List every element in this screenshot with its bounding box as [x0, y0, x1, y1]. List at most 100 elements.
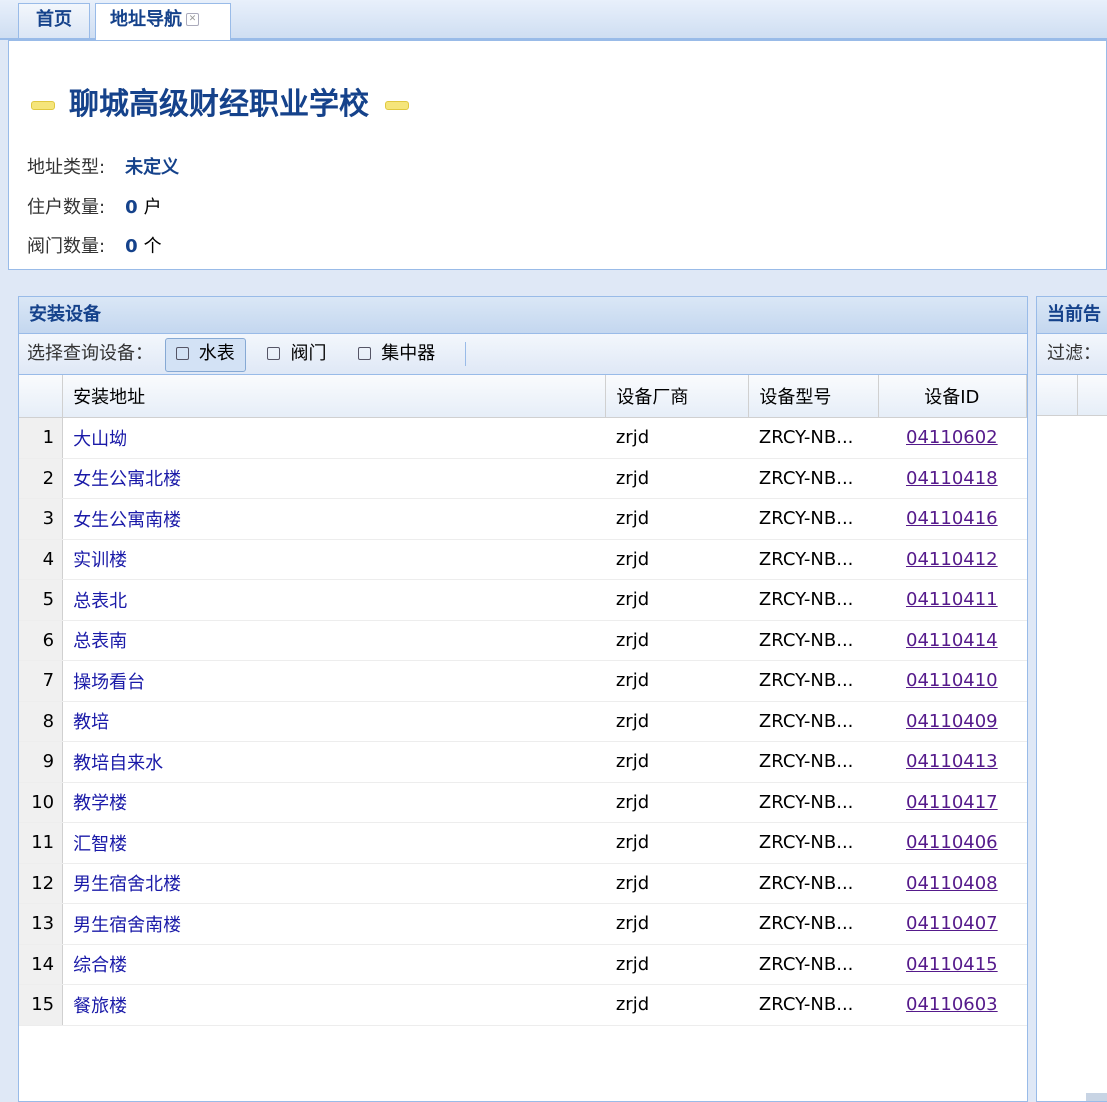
page-title-text: 聊城高级财经职业学校 — [69, 87, 369, 122]
row-number: 3 — [19, 498, 64, 540]
address-type-value: 未定义 — [125, 157, 180, 178]
model-cell: ZRCY-NB... — [748, 620, 879, 661]
horizontal-scrollbar[interactable] — [1086, 1093, 1107, 1101]
device-id-link[interactable]: 04110417 — [906, 792, 998, 813]
water-meter-button[interactable]: 水表 — [164, 338, 246, 372]
device-id-cell: 04110415 — [878, 944, 1027, 985]
model-cell: ZRCY-NB... — [748, 944, 879, 985]
vendor-cell: zrjd — [605, 741, 749, 783]
install-address-cell[interactable]: 操场看台 — [62, 660, 606, 702]
concentrator-label: 集中器 — [381, 343, 436, 364]
valve-button[interactable]: 阀门 — [257, 338, 336, 370]
valve-label: 阀门 — [290, 343, 327, 364]
dash-icon — [385, 101, 409, 110]
install-address-cell[interactable]: 女生公寓南楼 — [62, 498, 606, 540]
column-header-device-id[interactable]: 设备ID — [878, 375, 1027, 418]
column-header-vendor[interactable]: 设备厂商 — [605, 375, 750, 418]
table-row[interactable]: 14 综合楼 zrjd ZRCY-NB... 04110415 — [19, 944, 1027, 985]
device-id-cell: 04110418 — [878, 458, 1027, 499]
table-header: 安装地址 设备厂商 设备型号 设备ID — [19, 375, 1027, 418]
device-id-link[interactable]: 04110603 — [906, 994, 998, 1015]
alerts-table-header — [1037, 375, 1107, 416]
vendor-cell: zrjd — [605, 579, 749, 621]
device-id-link[interactable]: 04110602 — [906, 427, 998, 448]
households-label: 住户数量: — [27, 197, 106, 218]
dash-icon — [31, 101, 55, 110]
table-row[interactable]: 15 餐旅楼 zrjd ZRCY-NB... 04110603 — [19, 984, 1027, 1026]
vendor-cell: zrjd — [605, 660, 749, 702]
table-row[interactable]: 7 操场看台 zrjd ZRCY-NB... 04110410 — [19, 660, 1027, 702]
valves-value: 0 — [125, 236, 138, 257]
table-row[interactable]: 1 大山坳 zrjd ZRCY-NB... 04110602 — [19, 417, 1027, 459]
table-row[interactable]: 9 教培自来水 zrjd ZRCY-NB... 04110413 — [19, 741, 1027, 783]
row-number: 10 — [19, 782, 64, 823]
vendor-cell: zrjd — [605, 498, 749, 540]
table-row[interactable]: 8 教培 zrjd ZRCY-NB... 04110409 — [19, 701, 1027, 742]
close-icon[interactable]: ✕ — [186, 13, 199, 26]
device-id-link[interactable]: 04110407 — [906, 913, 998, 934]
table-row[interactable]: 4 实训楼 zrjd ZRCY-NB... 04110412 — [19, 539, 1027, 580]
install-address-cell[interactable]: 男生宿舍南楼 — [62, 903, 606, 945]
install-address-cell[interactable]: 总表北 — [62, 579, 606, 621]
row-number: 12 — [19, 863, 64, 904]
device-id-link[interactable]: 04110408 — [906, 873, 998, 894]
alerts-toolbar: 过滤： — [1037, 334, 1107, 375]
install-address-cell[interactable]: 男生宿舍北楼 — [62, 863, 606, 904]
device-id-cell: 04110412 — [878, 539, 1027, 580]
devices-panel-title: 安装设备 — [19, 297, 1027, 334]
table-row[interactable]: 6 总表南 zrjd ZRCY-NB... 04110414 — [19, 620, 1027, 661]
install-address-cell[interactable]: 教学楼 — [62, 782, 606, 823]
row-number: 1 — [19, 417, 64, 459]
tab-home-label: 首页 — [36, 9, 72, 30]
model-cell: ZRCY-NB... — [748, 660, 879, 702]
vendor-cell: zrjd — [605, 822, 749, 864]
install-address-cell[interactable]: 综合楼 — [62, 944, 606, 985]
install-address-cell[interactable]: 女生公寓北楼 — [62, 458, 606, 499]
install-address-cell[interactable]: 教培 — [62, 701, 606, 742]
install-address-cell[interactable]: 实训楼 — [62, 539, 606, 580]
device-id-cell: 04110408 — [878, 863, 1027, 904]
device-id-link[interactable]: 04110410 — [906, 670, 998, 691]
device-id-link[interactable]: 04110415 — [906, 954, 998, 975]
valves-field: 阀门数量: 0 个 — [27, 232, 162, 258]
device-id-link[interactable]: 04110412 — [906, 549, 998, 570]
install-address-cell[interactable]: 教培自来水 — [62, 741, 606, 783]
install-address-cell[interactable]: 汇智楼 — [62, 822, 606, 864]
water-meter-icon — [175, 347, 189, 360]
tab-address-nav[interactable]: 地址导航 ✕ — [95, 3, 231, 40]
column-header-model[interactable]: 设备型号 — [748, 375, 879, 418]
vendor-cell: zrjd — [605, 903, 749, 945]
device-id-link[interactable]: 04110409 — [906, 711, 998, 732]
row-number: 4 — [19, 539, 64, 580]
install-address-cell[interactable]: 大山坳 — [62, 417, 606, 459]
vendor-cell: zrjd — [605, 620, 749, 661]
table-row[interactable]: 12 男生宿舍北楼 zrjd ZRCY-NB... 04110408 — [19, 863, 1027, 904]
table-row[interactable]: 13 男生宿舍南楼 zrjd ZRCY-NB... 04110407 — [19, 903, 1027, 945]
vendor-cell: zrjd — [605, 863, 749, 904]
device-id-cell: 04110602 — [878, 417, 1027, 459]
device-id-cell: 04110409 — [878, 701, 1027, 742]
table-row[interactable]: 11 汇智楼 zrjd ZRCY-NB... 04110406 — [19, 822, 1027, 864]
device-id-link[interactable]: 04110411 — [906, 589, 998, 610]
table-row[interactable]: 10 教学楼 zrjd ZRCY-NB... 04110417 — [19, 782, 1027, 823]
model-cell: ZRCY-NB... — [748, 498, 879, 540]
row-number: 5 — [19, 579, 64, 621]
table-row[interactable]: 5 总表北 zrjd ZRCY-NB... 04110411 — [19, 579, 1027, 621]
tab-home[interactable]: 首页 — [18, 3, 90, 38]
device-id-link[interactable]: 04110406 — [906, 832, 998, 853]
install-address-cell[interactable]: 总表南 — [62, 620, 606, 661]
table-row[interactable]: 2 女生公寓北楼 zrjd ZRCY-NB... 04110418 — [19, 458, 1027, 499]
vendor-cell: zrjd — [605, 701, 749, 742]
device-id-link[interactable]: 04110414 — [906, 630, 998, 651]
install-address-cell[interactable]: 餐旅楼 — [62, 984, 606, 1026]
device-id-link[interactable]: 04110418 — [906, 468, 998, 489]
device-id-link[interactable]: 04110413 — [906, 751, 998, 772]
filter-label: 过滤： — [1047, 343, 1101, 364]
concentrator-button[interactable]: 集中器 — [348, 338, 445, 370]
column-header-address[interactable]: 安装地址 — [62, 375, 607, 418]
row-number: 7 — [19, 660, 64, 702]
table-row[interactable]: 3 女生公寓南楼 zrjd ZRCY-NB... 04110416 — [19, 498, 1027, 540]
device-id-link[interactable]: 04110416 — [906, 508, 998, 529]
valves-unit: 个 — [143, 236, 162, 257]
devices-table: 安装地址 设备厂商 设备型号 设备ID 1 大山坳 zrjd ZRCY-NB... 04… — [19, 375, 1027, 1026]
